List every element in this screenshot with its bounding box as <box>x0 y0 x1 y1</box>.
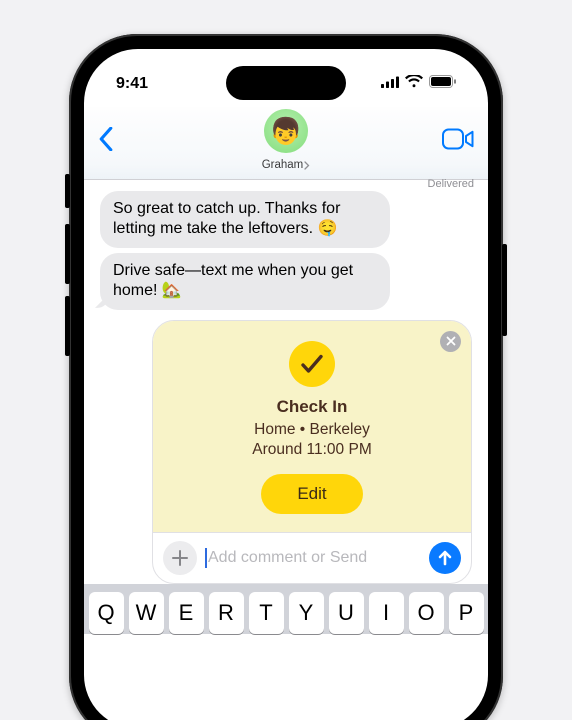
key-r[interactable]: R <box>209 592 244 634</box>
message-bubble[interactable]: Drive safe—text me when you get home! 🏡 <box>100 253 390 310</box>
key-o[interactable]: O <box>409 592 444 634</box>
composer-placeholder: Add comment or Send <box>208 549 367 567</box>
contact-button[interactable]: 👦 Graham <box>146 109 426 173</box>
key-u[interactable]: U <box>329 592 364 634</box>
composer-row: Add comment or Send <box>153 532 471 583</box>
delivered-label: Delivered <box>428 178 474 190</box>
composer-input[interactable]: Add comment or Send <box>205 541 421 575</box>
close-icon[interactable] <box>440 331 461 352</box>
plus-button[interactable] <box>163 541 197 575</box>
edit-button[interactable]: Edit <box>261 474 362 514</box>
message-thread: Delivered So great to catch up. Thanks f… <box>84 180 488 584</box>
conversation-header: 👦 Graham <box>84 107 488 180</box>
key-i[interactable]: I <box>369 592 404 634</box>
key-t[interactable]: T <box>249 592 284 634</box>
back-button[interactable] <box>98 127 146 156</box>
status-time: 9:41 <box>116 75 148 93</box>
side-button <box>65 224 70 284</box>
side-button <box>502 244 507 336</box>
side-button <box>65 174 70 208</box>
checkin-location: Home • Berkeley <box>167 420 457 440</box>
battery-icon <box>429 75 456 93</box>
wifi-icon <box>405 75 423 93</box>
checkin-title: Check In <box>167 397 457 417</box>
screen: 9:41 👦 Graham <box>84 49 488 720</box>
contact-name-label: Graham <box>262 159 304 171</box>
checkin-attachment: Check In Home • Berkeley Around 11:00 PM… <box>152 320 472 584</box>
message-bubble[interactable]: So great to catch up. Thanks for letting… <box>100 191 390 248</box>
key-q[interactable]: Q <box>89 592 124 634</box>
phone-frame: 9:41 👦 Graham <box>69 34 503 720</box>
keyboard: Q W E R T Y U I O P <box>84 584 488 634</box>
dynamic-island <box>226 66 346 100</box>
side-button <box>65 296 70 356</box>
text-cursor <box>205 548 207 568</box>
checkmark-icon <box>289 341 335 387</box>
key-w[interactable]: W <box>129 592 164 634</box>
chevron-right-icon <box>304 161 310 170</box>
cellular-icon <box>381 75 399 93</box>
key-p[interactable]: P <box>449 592 484 634</box>
checkin-time: Around 11:00 PM <box>167 440 457 460</box>
key-e[interactable]: E <box>169 592 204 634</box>
key-y[interactable]: Y <box>289 592 324 634</box>
send-button[interactable] <box>429 542 461 574</box>
avatar: 👦 <box>264 109 308 153</box>
facetime-button[interactable] <box>426 128 474 155</box>
